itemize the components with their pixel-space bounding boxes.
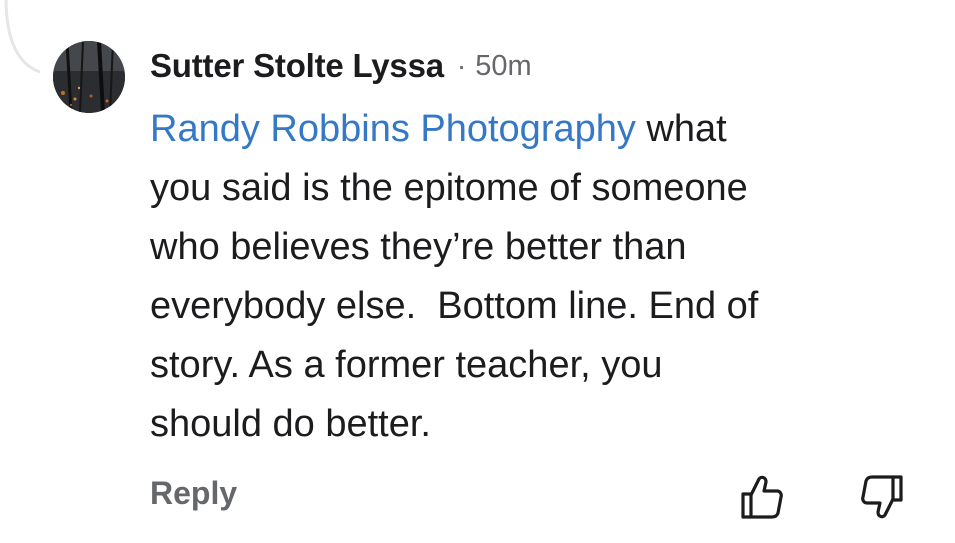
thread-connector-line — [4, 0, 41, 74]
comment-timestamp[interactable]: 50m — [475, 50, 531, 83]
avatar-image — [53, 41, 125, 113]
comment-line: story. As a former teacher, you — [150, 344, 663, 386]
thumbs-down-icon — [861, 475, 903, 519]
like-button[interactable] — [740, 474, 784, 520]
thumbs-up-icon — [741, 475, 783, 519]
reply-button[interactable]: Reply — [150, 475, 237, 512]
comment-text: Randy Robbins Photography what you said … — [150, 100, 930, 454]
header-separator: · — [456, 50, 467, 81]
comment-line: you said is the epitome of someone — [150, 167, 748, 209]
avatar[interactable] — [53, 41, 125, 113]
dislike-button[interactable] — [860, 474, 904, 520]
comment-line: should do better. — [150, 403, 431, 445]
comment-line: who believes they’re better than — [150, 226, 687, 268]
comment-header: Sutter Stolte Lyssa · 50m — [150, 44, 532, 88]
comment-line: Randy Robbins Photography what — [150, 100, 930, 159]
author-name[interactable]: Sutter Stolte Lyssa — [150, 47, 444, 85]
mention-link[interactable]: Randy Robbins Photography — [150, 108, 636, 150]
comment-line: everybody else. Bottom line. End of — [150, 285, 759, 327]
comment-line-text: what — [635, 108, 727, 150]
